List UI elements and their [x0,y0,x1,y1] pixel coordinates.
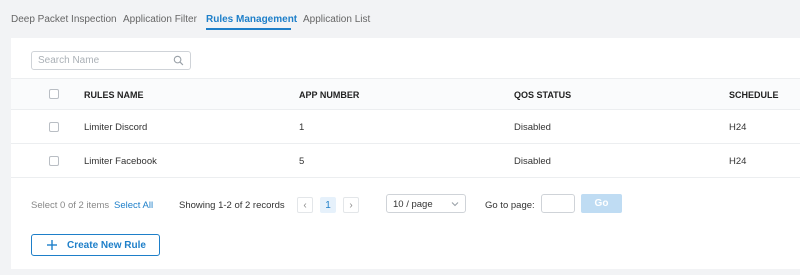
plus-icon [47,240,57,250]
tab-application-filter[interactable]: Application Filter [123,14,197,25]
cell-schedule: H24 [729,156,747,167]
tab-deep-packet-inspection[interactable]: Deep Packet Inspection [11,14,117,25]
active-tab-indicator [206,28,291,30]
header-schedule[interactable]: SCHEDULE [729,90,779,100]
search-box [31,51,191,70]
page-size-select[interactable]: 10 / page [386,194,466,213]
cell-rules-name: Limiter Discord [84,122,148,133]
rules-panel: RULES NAME APP NUMBER QOS STATUS SCHEDUL… [11,38,800,269]
page-size-value: 10 / page [393,199,433,210]
search-input[interactable] [32,52,162,69]
chevron-left-icon: ‹ [303,200,307,211]
pagination-bar: Select 0 of 2 items Select All Showing 1… [11,194,800,218]
create-new-rule-label: Create New Rule [67,240,146,251]
select-all-checkbox[interactable] [49,89,59,99]
create-new-rule-button[interactable]: Create New Rule [31,234,160,256]
page-1-button[interactable]: 1 [320,197,336,213]
chevron-down-icon [451,202,459,207]
prev-page-button[interactable]: ‹ [297,197,313,213]
goto-label: Go to page: [485,200,535,211]
tab-rules-management[interactable]: Rules Management [206,14,297,25]
select-all-link[interactable]: Select All [114,200,153,211]
goto-page-input[interactable] [542,195,574,212]
goto-page-field [541,194,575,213]
tab-bar: Deep Packet Inspection Application Filte… [0,0,800,38]
cell-rules-name: Limiter Facebook [84,156,157,167]
table-header: RULES NAME APP NUMBER QOS STATUS SCHEDUL… [11,78,800,110]
row-checkbox[interactable] [49,122,59,132]
selection-count: Select 0 of 2 items [31,200,110,211]
header-qos-status[interactable]: QOS STATUS [514,90,571,100]
search-icon[interactable] [173,55,184,66]
cell-schedule: H24 [729,122,747,133]
table-row[interactable]: Limiter Discord 1 Disabled H24 [11,110,800,144]
cell-qos-status: Disabled [514,122,551,133]
next-page-button[interactable]: › [343,197,359,213]
chevron-right-icon: › [349,200,353,211]
tab-application-list[interactable]: Application List [303,14,370,25]
table-row[interactable]: Limiter Facebook 5 Disabled H24 [11,144,800,178]
cell-app-number: 5 [299,156,305,167]
header-rules-name[interactable]: RULES NAME [84,90,144,100]
cell-app-number: 1 [299,122,305,133]
row-checkbox[interactable] [49,156,59,166]
header-app-number[interactable]: APP NUMBER [299,90,359,100]
cell-qos-status: Disabled [514,156,551,167]
go-button[interactable]: Go [581,194,622,213]
record-count: Showing 1-2 of 2 records [179,200,285,211]
